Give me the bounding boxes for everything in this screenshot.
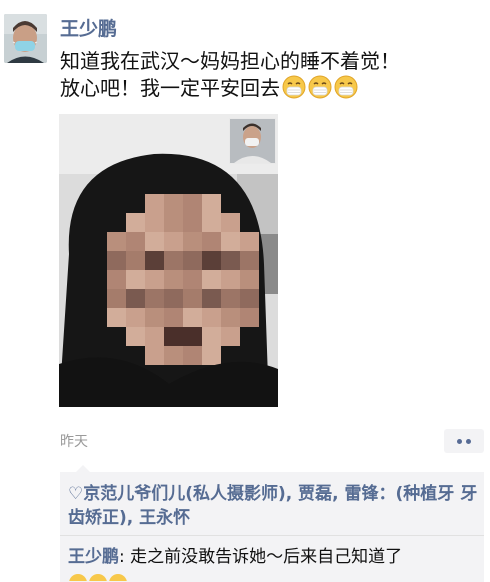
mosaic-tile: [107, 270, 126, 289]
video-call-pip: [229, 118, 276, 164]
post-text: 知道我在武汉～妈妈担心的睡不着觉！ 放心吧！我一定平安回去: [60, 48, 480, 102]
mosaic-tile: [202, 308, 221, 327]
mosaic-tile: [164, 289, 183, 308]
mask-face-emoji: [334, 75, 358, 99]
mosaic-tile: [202, 232, 221, 251]
mosaic-tile: [202, 270, 221, 289]
mosaic-tile: [202, 327, 221, 346]
comment-text: 走之前没敢告诉她～后来自己知道了: [130, 547, 403, 567]
mosaic-tile: [183, 308, 202, 327]
mask-face-emoji: [308, 75, 332, 99]
mask-face-emoji: [282, 75, 306, 99]
comment-emoji-partial: [69, 574, 127, 581]
mosaic-tile: [183, 232, 202, 251]
mosaic-tile: [145, 346, 164, 365]
mosaic-tile: [126, 270, 145, 289]
mosaic-tile: [126, 251, 145, 270]
comment-separator: :: [119, 547, 125, 567]
mosaic-tile: [145, 308, 164, 327]
mosaic-tile: [126, 308, 145, 327]
post-text-line-1: 知道我在武汉～妈妈担心的睡不着觉！: [60, 49, 400, 73]
mosaic-tile: [145, 213, 164, 232]
post-text-line-2: 放心吧！我一定平安回去: [60, 75, 480, 102]
pip-man-mask-image: [230, 119, 275, 163]
post-author-name[interactable]: 王少鹏: [60, 14, 117, 41]
mosaic-tile: [126, 232, 145, 251]
comment-author[interactable]: 王少鹏: [68, 547, 119, 567]
panel-pointer: [76, 465, 90, 472]
dot-icon: [457, 439, 462, 444]
mosaic-tile: [145, 289, 164, 308]
author-avatar[interactable]: [4, 14, 47, 63]
mosaic-tile: [145, 232, 164, 251]
mosaic-tile: [240, 289, 259, 308]
mosaic-tile: [164, 346, 183, 365]
mosaic-tile: [145, 327, 164, 346]
mosaic-tile: [126, 289, 145, 308]
mosaic-tile: [107, 289, 126, 308]
mosaic-tile: [221, 289, 240, 308]
mosaic-tile: [145, 270, 164, 289]
mosaic-tile: [221, 270, 240, 289]
mosaic-tile: [126, 327, 145, 346]
interaction-panel: ♡京范儿爷们儿(私人摄影师), 贾磊, 雷锋：(种植牙 牙齿矫正), 王永怀 王…: [60, 472, 484, 582]
dot-icon: [466, 439, 471, 444]
mosaic-tile: [183, 194, 202, 213]
mosaic-tile: [164, 251, 183, 270]
post-photo[interactable]: [59, 114, 278, 407]
mosaic-tile: [164, 194, 183, 213]
mosaic-tile: [164, 213, 183, 232]
mosaic-tile: [221, 251, 240, 270]
mosaic-tile: [240, 251, 259, 270]
mosaic-tile: [221, 327, 240, 346]
mosaic-tile: [240, 232, 259, 251]
mosaic-tile: [202, 346, 221, 365]
mosaic-tile: [183, 213, 202, 232]
mosaic-tile: [145, 251, 164, 270]
avatar-man-mask-image: [4, 14, 47, 63]
divider: [60, 535, 484, 536]
mosaic-tile: [183, 346, 202, 365]
mosaic-tile: [164, 270, 183, 289]
mosaic-tile: [145, 194, 164, 213]
mosaic-tile: [126, 213, 145, 232]
mosaic-tile: [107, 251, 126, 270]
mosaic-tile: [164, 327, 183, 346]
mosaic-tile: [183, 327, 202, 346]
likes-list: ♡京范儿爷们儿(私人摄影师), 贾磊, 雷锋：(种植牙 牙齿矫正), 王永怀: [68, 482, 478, 530]
mosaic-tile: [183, 251, 202, 270]
liker-names[interactable]: 京范儿爷们儿(私人摄影师), 贾磊, 雷锋：(种植牙 牙齿矫正), 王永怀: [68, 484, 477, 528]
mosaic-tile: [202, 194, 221, 213]
mosaic-tile: [221, 232, 240, 251]
post-time: 昨天: [60, 434, 88, 450]
mosaic-tile: [107, 308, 126, 327]
mosaic-tile: [202, 251, 221, 270]
emoji-row: [280, 75, 358, 100]
more-actions-button[interactable]: [444, 429, 484, 453]
heart-outline-icon: ♡: [68, 484, 84, 504]
comment-item[interactable]: 王少鹏: 走之前没敢告诉她～后来自己知道了: [68, 545, 484, 569]
mosaic-tile: [183, 270, 202, 289]
mosaic-tile: [221, 308, 240, 327]
mosaic-tile: [107, 232, 126, 251]
face-mosaic: [107, 194, 259, 365]
mosaic-tile: [240, 308, 259, 327]
mosaic-tile: [202, 289, 221, 308]
mosaic-tile: [183, 289, 202, 308]
mosaic-tile: [164, 232, 183, 251]
mosaic-tile: [202, 213, 221, 232]
mosaic-tile: [164, 308, 183, 327]
mosaic-tile: [221, 213, 240, 232]
post-text-line-2-text: 放心吧！我一定平安回去: [60, 76, 280, 100]
mosaic-tile: [240, 270, 259, 289]
